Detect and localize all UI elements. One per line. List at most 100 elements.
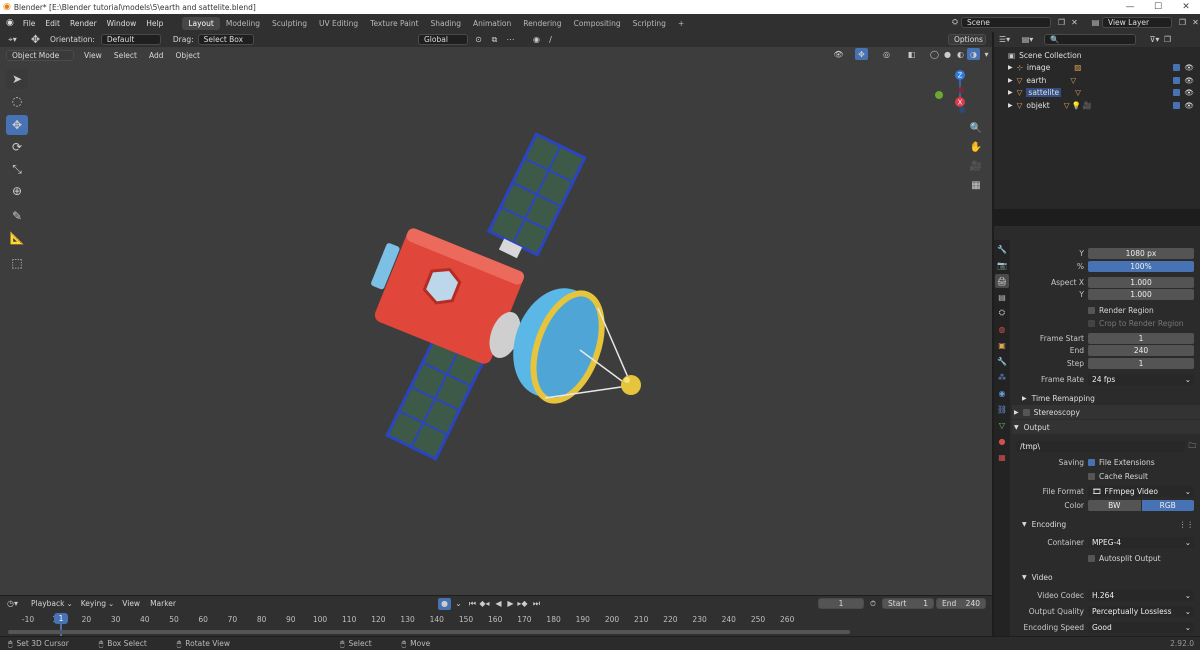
overlays-toggle-icon[interactable]: ◎ bbox=[880, 48, 893, 60]
texture-tab-icon[interactable]: ▦ bbox=[995, 450, 1009, 464]
physics-tab-icon[interactable]: ◉ bbox=[995, 386, 1009, 400]
eye-icon[interactable]: 👁 bbox=[1184, 76, 1194, 85]
constraints-tab-icon[interactable]: ⛓ bbox=[995, 402, 1009, 416]
cursor-tool-icon[interactable]: ◌ bbox=[6, 91, 28, 111]
color-rgb-button[interactable]: RGB bbox=[1141, 499, 1194, 511]
eye-icon[interactable]: 👁 bbox=[1184, 63, 1194, 72]
pan-hand-icon[interactable]: ✋ bbox=[968, 139, 984, 155]
current-frame-field[interactable]: 1 bbox=[818, 598, 864, 609]
workspace-tab-modeling[interactable]: Modeling bbox=[220, 17, 266, 30]
add-cube-tool-icon[interactable]: ⬚ bbox=[6, 253, 28, 273]
menu-edit[interactable]: Edit bbox=[40, 19, 65, 28]
rendered-shading-icon[interactable]: ◑ bbox=[967, 48, 980, 60]
data-tab-icon[interactable]: ▽ bbox=[995, 418, 1009, 432]
outliner-item-objekt[interactable]: ▶ ▽ objekt ▽ 💡 🎥 👁 bbox=[994, 99, 1200, 112]
expand-arrow-icon[interactable]: ▶ bbox=[1008, 89, 1013, 96]
scene-collection-row[interactable]: ▣ Scene Collection bbox=[994, 49, 1200, 62]
frame-step-field[interactable]: 1 bbox=[1088, 357, 1194, 369]
jump-end-icon[interactable]: ⏭ bbox=[530, 598, 543, 610]
timeline-editor-type-icon[interactable]: ◷▾ bbox=[6, 598, 19, 610]
render-tab-icon[interactable]: 📷 bbox=[995, 258, 1009, 272]
viewport-menu-select[interactable]: Select bbox=[114, 51, 137, 60]
frame-end-field[interactable]: 240 bbox=[1088, 344, 1194, 356]
camera-view-icon[interactable]: 🎥 bbox=[968, 158, 984, 174]
stopwatch-icon[interactable]: ⏱ bbox=[870, 599, 876, 609]
workspace-tab-rendering[interactable]: Rendering bbox=[517, 17, 567, 30]
expand-arrow-icon[interactable]: ▶ bbox=[1008, 77, 1013, 84]
minimize-icon[interactable]: — bbox=[1116, 0, 1144, 14]
video-codec-dropdown[interactable]: H.264 ⌄ bbox=[1088, 589, 1194, 601]
measure-tool-icon[interactable]: 📐 bbox=[6, 228, 28, 248]
exclude-checkbox[interactable] bbox=[1173, 101, 1180, 109]
shading-options-icon[interactable]: ▾ bbox=[980, 48, 993, 60]
timeline-menu-playback[interactable]: Playback bbox=[31, 599, 64, 608]
file-format-dropdown[interactable]: 🎞 FFmpeg Video ⌄ bbox=[1088, 485, 1194, 497]
snap-toggle-icon[interactable]: ⧉ bbox=[488, 34, 501, 46]
snap-target-icon[interactable]: ⋯ bbox=[504, 34, 517, 46]
gizmo-y-axis[interactable] bbox=[935, 91, 943, 99]
transform-orientation-dropdown[interactable]: Global bbox=[418, 34, 468, 45]
view-layer-selector[interactable]: View Layer bbox=[1102, 16, 1172, 28]
remove-scene-icon[interactable]: ✕ bbox=[1068, 16, 1081, 28]
material-tab-icon[interactable]: ● bbox=[995, 434, 1009, 448]
workspace-tab-compositing[interactable]: Compositing bbox=[568, 17, 627, 30]
scene-selector[interactable]: Scene bbox=[961, 16, 1051, 28]
aspect-y-field[interactable]: 1.000 bbox=[1088, 288, 1194, 300]
time-remapping-subpanel[interactable]: ▶ Time Remapping bbox=[1012, 391, 1200, 405]
output-path-field[interactable]: /tmp\ bbox=[1016, 440, 1185, 452]
select-tool-icon[interactable]: ➤ bbox=[6, 69, 28, 89]
prev-keyframe-icon[interactable]: ◆◂ bbox=[478, 598, 491, 610]
crop-region-checkbox[interactable] bbox=[1088, 319, 1095, 327]
satellite-model[interactable] bbox=[340, 120, 660, 485]
particles-tab-icon[interactable]: ⁂ bbox=[995, 370, 1009, 384]
outliner-search-field[interactable]: 🔍 bbox=[1044, 34, 1136, 45]
timeline-scrollbar[interactable] bbox=[8, 630, 850, 634]
playhead[interactable]: 1 bbox=[54, 613, 68, 624]
modifier-tab-icon[interactable]: 🔧 bbox=[995, 354, 1009, 368]
visibility-filter-icon[interactable]: 👁 bbox=[832, 48, 845, 60]
outliner-editor-type-icon[interactable]: ☰▾ bbox=[998, 34, 1011, 46]
autosplit-checkbox[interactable] bbox=[1088, 554, 1095, 562]
outliner-item-sattelite[interactable]: ▶ ▽ sattelite ▽ 👁 bbox=[994, 87, 1200, 100]
expand-arrow-icon[interactable]: ▶ bbox=[1008, 64, 1013, 71]
xray-toggle-icon[interactable]: ◧ bbox=[905, 48, 918, 60]
gizmo-toggle-icon[interactable]: ✥ bbox=[855, 48, 868, 60]
object-mode-dropdown[interactable]: Object Mode bbox=[6, 49, 74, 61]
eye-icon[interactable]: 👁 bbox=[1184, 101, 1194, 110]
proportional-falloff-icon[interactable]: ∕ bbox=[544, 34, 557, 46]
workspace-tab-animation[interactable]: Animation bbox=[467, 17, 517, 30]
rotate-tool-icon[interactable]: ⟳ bbox=[6, 137, 28, 157]
workspace-tab-shading[interactable]: Shading bbox=[425, 17, 467, 30]
tool-tab-icon[interactable]: 🔧 bbox=[995, 242, 1009, 256]
cache-result-checkbox[interactable] bbox=[1088, 472, 1095, 480]
viewport-menu-object[interactable]: Object bbox=[175, 51, 199, 60]
display-mode-icon[interactable]: ▤▾ bbox=[1021, 34, 1034, 46]
resolution-y-field[interactable]: 1080 px bbox=[1088, 247, 1194, 259]
timeline-menu-view[interactable]: View bbox=[122, 599, 140, 608]
timeline-menu-marker[interactable]: Marker bbox=[150, 599, 176, 608]
workspace-tab-uv-editing[interactable]: UV Editing bbox=[313, 17, 364, 30]
stereoscopy-checkbox[interactable] bbox=[1022, 408, 1030, 416]
wireframe-shading-icon[interactable]: ◯ bbox=[928, 48, 941, 60]
workspace-tab-sculpting[interactable]: Sculpting bbox=[266, 17, 313, 30]
encoding-subpanel[interactable]: ▼ Encoding ⋮⋮ bbox=[1012, 517, 1200, 531]
render-region-checkbox[interactable] bbox=[1088, 306, 1095, 314]
maximize-icon[interactable]: ☐ bbox=[1144, 0, 1172, 14]
material-shading-icon[interactable]: ◐ bbox=[954, 48, 967, 60]
output-quality-dropdown[interactable]: Perceptually Lossless ⌄ bbox=[1088, 605, 1194, 617]
menu-file[interactable]: File bbox=[18, 19, 41, 28]
folder-icon[interactable]: 🗀 bbox=[1189, 440, 1197, 453]
aspect-x-field[interactable]: 1.000 bbox=[1088, 276, 1194, 288]
annotate-tool-icon[interactable]: ✎ bbox=[6, 206, 28, 226]
solid-shading-icon[interactable]: ● bbox=[941, 48, 954, 60]
ortho-grid-icon[interactable]: ▦ bbox=[968, 177, 984, 193]
exclude-checkbox[interactable] bbox=[1173, 76, 1180, 84]
keying-set-icon[interactable]: ⌄ bbox=[452, 598, 465, 610]
stereoscopy-panel[interactable]: ▶ Stereoscopy bbox=[1012, 405, 1200, 419]
outliner-item-earth[interactable]: ▶ ▽ earth ▽ 👁 bbox=[994, 74, 1200, 87]
outliner-item-image[interactable]: ▶ ⊹ image ▨ 👁 bbox=[994, 62, 1200, 75]
orientation-dropdown[interactable]: Default bbox=[100, 34, 161, 45]
exclude-checkbox[interactable] bbox=[1173, 64, 1180, 72]
navigation-gizmo[interactable]: Z X bbox=[928, 66, 978, 116]
frame-start-field[interactable]: 1 bbox=[1088, 332, 1194, 344]
